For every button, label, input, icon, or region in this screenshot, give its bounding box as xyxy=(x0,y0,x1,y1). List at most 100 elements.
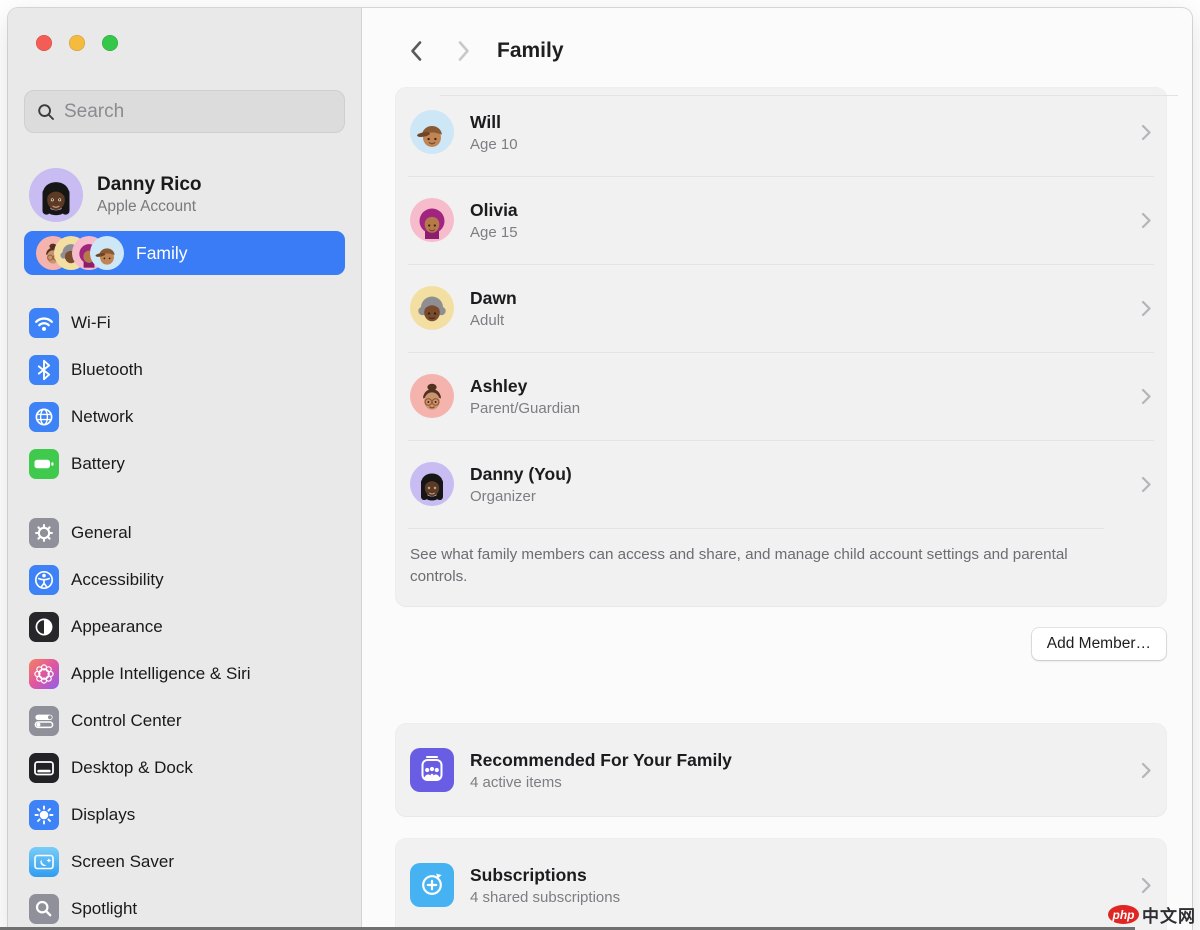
profile-subtitle: Apple Account xyxy=(97,198,202,216)
sidebar-item-displays[interactable]: Displays xyxy=(24,791,345,838)
bluetooth-icon xyxy=(29,355,59,385)
feature-subtitle: 4 active items xyxy=(470,774,1125,791)
search-icon xyxy=(37,103,55,121)
member-row-dawn[interactable]: Dawn Adult xyxy=(396,264,1166,352)
watermark-text: 中文网 xyxy=(1142,902,1196,927)
sidebar-item-label: Family xyxy=(136,243,188,264)
sidebar-item-bluetooth[interactable]: Bluetooth xyxy=(24,346,345,393)
avatar xyxy=(90,236,124,270)
profile-name: Danny Rico xyxy=(97,174,202,196)
sidebar-item-label: Network xyxy=(71,407,133,427)
subscriptions-icon xyxy=(410,863,454,907)
sidebar-item-general[interactable]: General xyxy=(24,509,345,556)
sidebar-item-screen-saver[interactable]: Screen Saver xyxy=(24,838,345,885)
member-subtitle: Organizer xyxy=(470,488,1125,505)
sidebar-item-label: Battery xyxy=(71,454,125,474)
sidebar-item-desktop-dock[interactable]: Desktop & Dock xyxy=(24,744,345,791)
sidebar-item-spotlight[interactable]: Spotlight xyxy=(24,885,345,930)
avatar xyxy=(29,168,83,222)
chevron-right-icon xyxy=(1141,476,1152,493)
control-center-icon xyxy=(29,706,59,736)
avatar xyxy=(410,110,454,154)
displays-icon xyxy=(29,800,59,830)
recommended-row[interactable]: Recommended For Your Family 4 active ite… xyxy=(396,724,1166,816)
sidebar-item-label: Wi-Fi xyxy=(71,313,111,333)
member-subtitle: Age 15 xyxy=(470,224,1125,241)
appearance-icon xyxy=(29,612,59,642)
chevron-right-icon xyxy=(1141,388,1152,405)
subscriptions-row[interactable]: Subscriptions 4 shared subscriptions xyxy=(396,839,1166,930)
page-title: Family xyxy=(497,39,564,63)
sidebar-item-accessibility[interactable]: Accessibility xyxy=(24,556,345,603)
member-row-will[interactable]: Will Age 10 xyxy=(396,88,1166,176)
family-recommendations-icon xyxy=(410,748,454,792)
screenshot-page: Danny Rico Apple Account xyxy=(0,0,1200,930)
zoom-button[interactable] xyxy=(102,35,118,51)
chevron-right-icon xyxy=(1141,877,1152,894)
actions-row: Add Member… xyxy=(396,628,1166,660)
sidebar-item-control-center[interactable]: Control Center xyxy=(24,697,345,744)
sidebar-item-label: General xyxy=(71,523,131,543)
wifi-icon xyxy=(29,308,59,338)
desktop-dock-icon xyxy=(29,753,59,783)
row-divider xyxy=(440,95,1178,96)
sidebar-item-network[interactable]: Network xyxy=(24,393,345,440)
sidebar-item-label: Apple Intelligence & Siri xyxy=(71,664,251,684)
member-subtitle: Parent/Guardian xyxy=(470,400,1125,417)
sidebar-item-battery[interactable]: Battery xyxy=(24,440,345,487)
pane-header: Family xyxy=(396,30,1166,72)
spotlight-icon xyxy=(29,894,59,924)
search-field[interactable] xyxy=(24,90,345,133)
member-row-danny[interactable]: Danny (You) Organizer xyxy=(396,440,1166,528)
member-name: Will xyxy=(470,112,1125,133)
chevron-left-icon[interactable] xyxy=(409,40,423,62)
sidebar-item-family[interactable]: Family xyxy=(24,231,345,275)
php-logo: php xyxy=(1108,905,1139,924)
member-name: Olivia xyxy=(470,200,1125,221)
chevron-right-icon xyxy=(1141,124,1152,141)
close-button[interactable] xyxy=(36,35,52,51)
feature-title: Recommended For Your Family xyxy=(470,750,1125,771)
sidebar-item-wifi[interactable]: Wi-Fi xyxy=(24,299,345,346)
profile-row[interactable]: Danny Rico Apple Account xyxy=(24,168,345,222)
sidebar-item-label: Accessibility xyxy=(71,570,164,590)
watermark: php 中文网 xyxy=(1108,902,1196,927)
chevron-right-icon[interactable] xyxy=(457,40,471,62)
window-controls xyxy=(36,35,345,51)
avatar xyxy=(410,462,454,506)
member-name: Danny (You) xyxy=(470,464,1125,485)
minimize-button[interactable] xyxy=(69,35,85,51)
screen-saver-icon xyxy=(29,847,59,877)
sidebar: Danny Rico Apple Account xyxy=(8,8,362,930)
family-description: See what family members can access and s… xyxy=(396,528,1116,606)
sidebar-item-apple-intelligence-siri[interactable]: Apple Intelligence & Siri xyxy=(24,650,345,697)
sidebar-item-label: Desktop & Dock xyxy=(71,758,193,778)
sidebar-nav: Wi-Fi Bluetooth Networ xyxy=(24,299,345,930)
member-row-ashley[interactable]: Ashley Parent/Guardian xyxy=(396,352,1166,440)
subscriptions-card: Subscriptions 4 shared subscriptions xyxy=(396,839,1166,930)
system-settings-window: Danny Rico Apple Account xyxy=(8,8,1192,930)
feature-subtitle: 4 shared subscriptions xyxy=(470,889,1125,906)
chevron-right-icon xyxy=(1141,300,1152,317)
member-row-olivia[interactable]: Olivia Age 15 xyxy=(396,176,1166,264)
accessibility-icon xyxy=(29,565,59,595)
avatar xyxy=(410,286,454,330)
sidebar-item-appearance[interactable]: Appearance xyxy=(24,603,345,650)
sidebar-item-label: Control Center xyxy=(71,711,182,731)
sidebar-item-label: Appearance xyxy=(71,617,163,637)
search-input[interactable] xyxy=(64,101,332,123)
family-pane: Family Will Age 10 xyxy=(362,8,1192,930)
chevron-right-icon xyxy=(1141,212,1152,229)
sidebar-item-label: Spotlight xyxy=(71,899,137,919)
chevron-right-icon xyxy=(1141,762,1152,779)
sidebar-item-label: Bluetooth xyxy=(71,360,143,380)
avatar xyxy=(410,198,454,242)
sidebar-item-label: Screen Saver xyxy=(71,852,174,872)
feature-title: Subscriptions xyxy=(470,865,1125,886)
recommended-card: Recommended For Your Family 4 active ite… xyxy=(396,724,1166,816)
member-subtitle: Age 10 xyxy=(470,136,1125,153)
siri-icon xyxy=(29,659,59,689)
family-members-card: Will Age 10 xyxy=(396,88,1166,606)
battery-icon xyxy=(29,449,59,479)
add-member-button[interactable]: Add Member… xyxy=(1032,628,1166,660)
